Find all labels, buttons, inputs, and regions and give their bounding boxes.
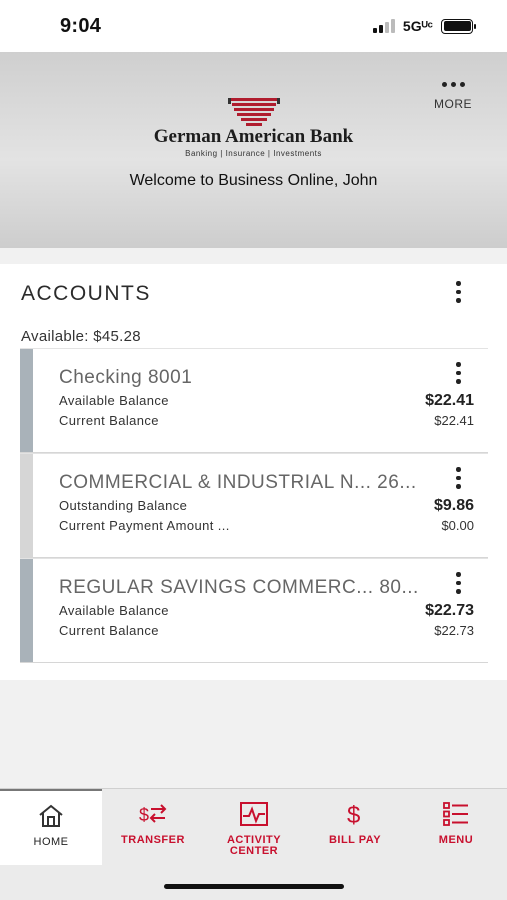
more-button[interactable]: MORE xyxy=(431,82,475,111)
welcome-message: Welcome to Business Online, John xyxy=(129,172,378,189)
battery-icon xyxy=(441,18,476,34)
home-indicator xyxy=(164,884,344,889)
network-label: 5Gᵁᶜ xyxy=(402,18,433,34)
activity-icon xyxy=(240,802,268,826)
nav-label: ACTIVITY CENTER xyxy=(203,835,305,857)
nav-label: TRANSFER xyxy=(121,834,185,846)
account-color-bar xyxy=(20,349,33,452)
more-dots-icon xyxy=(431,82,475,87)
nav-home[interactable]: HOME xyxy=(0,789,102,865)
account-value-secondary: $22.73 xyxy=(434,623,474,638)
account-color-bar xyxy=(20,559,33,662)
account-name: Checking 8001 xyxy=(59,367,193,388)
nav-transfer[interactable]: $ TRANSFER xyxy=(102,789,204,865)
account-name: REGULAR SAVINGS COMMERC... 80... xyxy=(59,577,419,598)
accounts-title: ACCOUNTS xyxy=(21,282,151,305)
account-label-primary: Available Balance xyxy=(59,603,169,618)
menu-list-icon xyxy=(443,802,468,826)
status-time: 9:04 xyxy=(60,15,102,37)
accounts-panel: ACCOUNTS Available: $45.28 Checking 8001… xyxy=(0,264,507,680)
account-options-icon[interactable] xyxy=(456,572,461,594)
signal-icon xyxy=(372,19,395,33)
svg-text:$: $ xyxy=(347,802,360,827)
more-label: MORE xyxy=(434,97,472,111)
bank-name: German American Bank xyxy=(153,126,354,147)
available-total: Available: $45.28 xyxy=(21,328,141,345)
account-label-secondary: Current Payment Amount ... xyxy=(59,518,230,533)
transfer-icon: $ xyxy=(139,804,167,825)
account-label-primary: Outstanding Balance xyxy=(59,498,188,513)
account-list: Checking 8001 Available Balance Current … xyxy=(20,348,488,663)
account-name: COMMERCIAL & INDUSTRIAL N... 26... xyxy=(59,472,417,493)
account-value-primary: $9.86 xyxy=(433,497,474,514)
nav-label: MENU xyxy=(438,834,474,846)
account-value-secondary: $0.00 xyxy=(441,518,474,533)
account-value-secondary: $22.41 xyxy=(434,413,474,428)
nav-label: BILL PAY xyxy=(328,834,382,846)
accounts-options-icon[interactable] xyxy=(456,281,461,303)
nav-activity-center[interactable]: ACTIVITY CENTER xyxy=(203,789,305,865)
bank-tagline: Banking | Insurance | Investments xyxy=(185,149,322,158)
dollar-icon: $ xyxy=(347,802,360,827)
status-icons: 5Gᵁᶜ xyxy=(372,18,476,34)
account-label-primary: Available Balance xyxy=(59,393,169,408)
home-icon xyxy=(39,804,63,827)
status-bar: 9:04 5Gᵁᶜ xyxy=(0,0,507,52)
account-card-commercial[interactable]: COMMERCIAL & INDUSTRIAL N... 26... Outst… xyxy=(20,453,488,558)
account-card-savings[interactable]: REGULAR SAVINGS COMMERC... 80... Availab… xyxy=(20,558,488,663)
account-color-bar xyxy=(20,454,33,557)
account-label-secondary: Current Balance xyxy=(59,413,159,428)
bank-logo-icon xyxy=(228,98,280,126)
account-card-checking[interactable]: Checking 8001 Available Balance Current … xyxy=(20,348,488,453)
nav-label-line: ACTIVITY CENTER xyxy=(226,834,282,857)
nav-label: HOME xyxy=(33,836,69,848)
account-options-icon[interactable] xyxy=(456,467,461,489)
nav-bill-pay[interactable]: $ BILL PAY xyxy=(304,789,406,865)
svg-text:$: $ xyxy=(139,805,149,825)
account-label-secondary: Current Balance xyxy=(59,623,159,638)
account-value-primary: $22.73 xyxy=(425,602,474,619)
account-options-icon[interactable] xyxy=(456,362,461,384)
account-value-primary: $22.41 xyxy=(425,392,474,409)
header-banner: MORE German American Bank Banking | Insu… xyxy=(0,52,507,248)
nav-menu[interactable]: MENU xyxy=(405,789,507,865)
